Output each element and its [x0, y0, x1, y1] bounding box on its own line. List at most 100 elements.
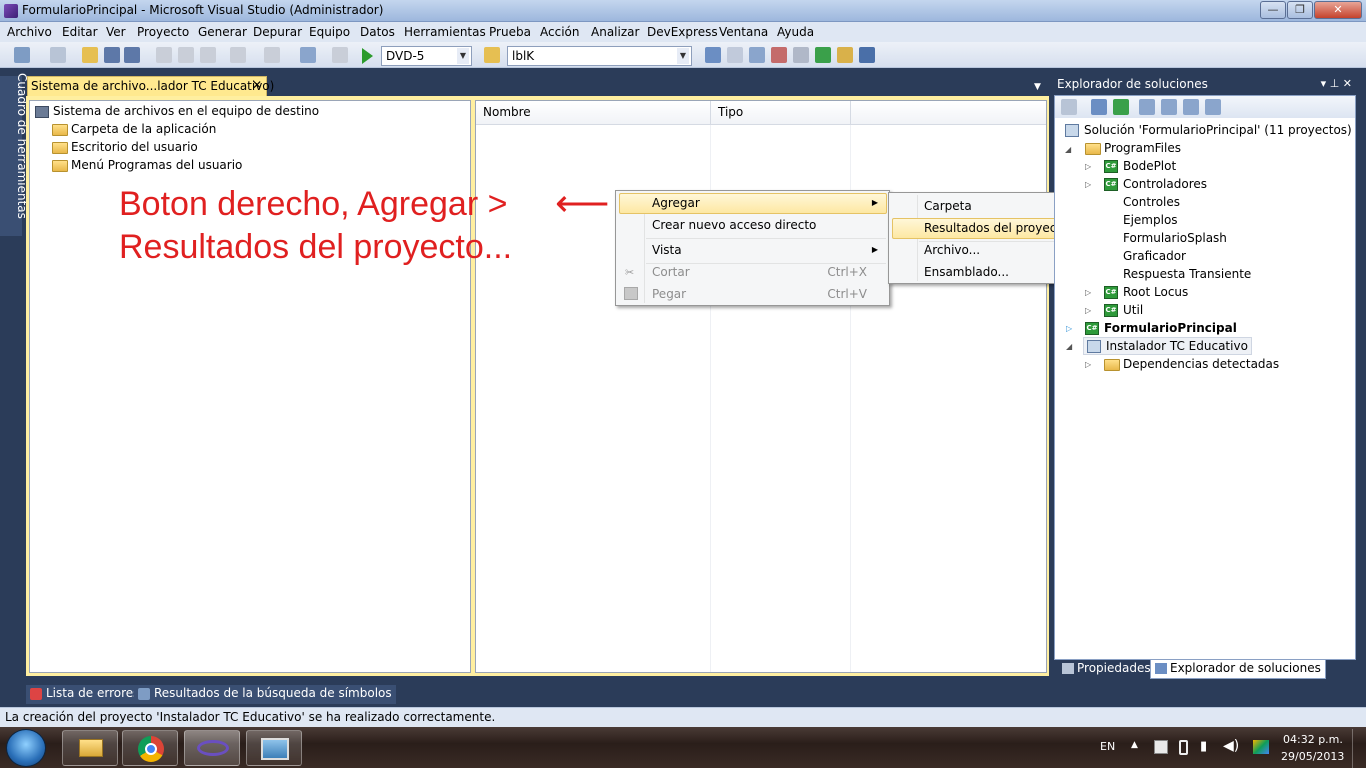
menu-equipo[interactable]: Equipo	[309, 25, 350, 39]
column-header-type[interactable]: Tipo	[711, 101, 851, 125]
battery-icon[interactable]	[1179, 740, 1188, 755]
collapse-icon[interactable]: ◢	[1065, 145, 1071, 154]
tree-item-application-folder[interactable]: Carpeta de la aplicación	[52, 120, 216, 138]
column-header-name[interactable]: Nombre	[476, 101, 711, 125]
command-window-icon[interactable]	[859, 47, 875, 63]
taskbar-image-viewer[interactable]	[246, 730, 302, 766]
collapse-icon[interactable]: ◢	[1066, 342, 1072, 351]
tree-item-user-desktop[interactable]: Escritorio del usuario	[52, 138, 198, 156]
file-system-editor-icon[interactable]	[1139, 99, 1155, 115]
object-browser-icon[interactable]	[749, 47, 765, 63]
menu-ver[interactable]: Ver	[106, 25, 126, 39]
clock-time[interactable]: 04:32 p.m.	[1283, 733, 1343, 746]
cut-icon[interactable]	[156, 47, 172, 63]
custom-actions-icon[interactable]	[1205, 99, 1221, 115]
navigate-back-icon[interactable]	[300, 47, 316, 63]
solution-explorer-icon[interactable]	[705, 47, 721, 63]
menu-item-paste[interactable]: Pegar Ctrl+V	[652, 283, 887, 305]
menu-depurar[interactable]: Depurar	[253, 25, 302, 39]
taskbar-visual-studio[interactable]	[184, 730, 240, 766]
menu-item-create-shortcut[interactable]: Crear nuevo acceso directo	[652, 214, 887, 236]
chevron-down-icon[interactable]: ▼	[677, 48, 689, 64]
tree-project-controles[interactable]: Controles	[1123, 193, 1180, 211]
volume-icon[interactable]: ◀)	[1223, 738, 1239, 754]
open-file-icon[interactable]	[82, 47, 98, 63]
chevron-down-icon[interactable]: ▼	[457, 48, 469, 64]
file-types-editor-icon[interactable]	[1183, 99, 1199, 115]
tree-project-formulariosplash[interactable]: FormularioSplash	[1123, 229, 1227, 247]
redo-icon[interactable]	[264, 47, 280, 63]
tree-root[interactable]: Sistema de archivos en el equipo de dest…	[35, 102, 319, 120]
tree-project-graficador[interactable]: Graficador	[1123, 247, 1186, 265]
properties-icon[interactable]	[727, 47, 743, 63]
undo-icon[interactable]	[230, 47, 246, 63]
tab-solution-explorer[interactable]: Explorador de soluciones	[1150, 660, 1326, 679]
solution-config-combo[interactable]: DVD-5 ▼	[381, 46, 472, 66]
menu-devexpress[interactable]: DevExpress	[647, 25, 718, 39]
toolbox-icon[interactable]	[771, 47, 787, 63]
menu-item-agregar[interactable]: Agregar ▶	[652, 192, 887, 214]
menu-archivo[interactable]: Archivo	[7, 25, 52, 39]
tree-project-respuesta-transiente[interactable]: Respuesta Transiente	[1123, 265, 1251, 283]
menu-generar[interactable]: Generar	[198, 25, 247, 39]
show-hidden-icons-icon[interactable]: ▲	[1131, 740, 1138, 750]
extension-manager-icon[interactable]	[837, 47, 853, 63]
tree-folder-programfiles[interactable]: ProgramFiles	[1085, 139, 1181, 157]
menu-prueba[interactable]: Prueba	[489, 25, 531, 39]
save-icon[interactable]	[104, 47, 120, 63]
paste-icon[interactable]	[200, 47, 216, 63]
copy-icon[interactable]	[178, 47, 194, 63]
menu-editar[interactable]: Editar	[62, 25, 98, 39]
menu-proyecto[interactable]: Proyecto	[137, 25, 189, 39]
tree-project-bodeplot[interactable]: C# BodePlot	[1104, 157, 1176, 175]
properties-icon[interactable]	[1061, 99, 1077, 115]
tree-item-user-programs-menu[interactable]: Menú Programas del usuario	[52, 156, 242, 174]
minimize-button[interactable]: —	[1260, 1, 1286, 19]
doc-dropdown-icon[interactable]: ▼	[1034, 82, 1041, 92]
network-signal-icon[interactable]: ▮	[1200, 739, 1207, 754]
tab-properties[interactable]: Propiedades	[1058, 660, 1155, 679]
menu-item-vista[interactable]: Vista ▶	[652, 239, 887, 261]
menu-ventana[interactable]: Ventana	[719, 25, 768, 39]
maximize-button[interactable]: ❐	[1287, 1, 1313, 19]
expand-icon[interactable]: ▷	[1085, 162, 1091, 171]
show-all-files-icon[interactable]	[1091, 99, 1107, 115]
menu-datos[interactable]: Datos	[360, 25, 395, 39]
save-all-icon[interactable]	[124, 47, 140, 63]
menu-item-cut[interactable]: Cortar Ctrl+X	[652, 261, 887, 283]
registry-editor-icon[interactable]	[1161, 99, 1177, 115]
start-button[interactable]	[6, 729, 46, 767]
menu-ayuda[interactable]: Ayuda	[777, 25, 814, 39]
find-in-files-icon[interactable]	[484, 47, 500, 63]
tree-folder-dependencies[interactable]: Dependencias detectadas	[1104, 355, 1279, 373]
menu-herramientas[interactable]: Herramientas	[404, 25, 486, 39]
tree-project-instalador[interactable]: Instalador TC Educativo	[1083, 337, 1252, 355]
taskbar-chrome[interactable]	[122, 730, 178, 766]
tree-project-ejemplos[interactable]: Ejemplos	[1123, 211, 1178, 229]
menu-analizar[interactable]: Analizar	[591, 25, 639, 39]
find-combo[interactable]: lblK ▼	[507, 46, 692, 66]
expand-icon[interactable]: ▷	[1085, 288, 1091, 297]
tree-project-formularioprincipal[interactable]: C# FormularioPrincipal	[1085, 319, 1237, 337]
expand-icon[interactable]: ▷	[1085, 306, 1091, 315]
clock-date[interactable]: 29/05/2013	[1281, 750, 1344, 763]
tools-icon[interactable]	[793, 47, 809, 63]
action-center-icon[interactable]	[1154, 740, 1168, 754]
google-drive-icon[interactable]	[1253, 740, 1269, 754]
tab-file-system[interactable]: Sistema de archivo...lador TC Educativo)…	[27, 76, 274, 96]
tree-solution[interactable]: Solución 'FormularioPrincipal' (11 proye…	[1065, 121, 1352, 139]
taskbar-explorer[interactable]	[62, 730, 118, 766]
refresh-icon[interactable]	[1113, 99, 1129, 115]
tree-project-root-locus[interactable]: C# Root Locus	[1104, 283, 1188, 301]
language-indicator[interactable]: EN	[1100, 740, 1115, 753]
close-icon[interactable]: ✕	[252, 78, 262, 92]
close-button[interactable]: ✕	[1314, 1, 1362, 19]
pane-buttons-icon[interactable]: ▾ ⊥ ✕	[1321, 77, 1352, 90]
expand-icon[interactable]: ▷	[1085, 180, 1091, 189]
tab-find-symbol-results[interactable]: Resultados de la búsqueda de símbolos	[134, 685, 396, 704]
tab-error-list[interactable]: Lista de errores	[26, 685, 144, 704]
add-item-icon[interactable]	[50, 47, 66, 63]
menu-accion[interactable]: Acción	[540, 25, 579, 39]
start-debugging-icon[interactable]	[362, 48, 373, 64]
new-project-icon[interactable]	[14, 47, 30, 63]
